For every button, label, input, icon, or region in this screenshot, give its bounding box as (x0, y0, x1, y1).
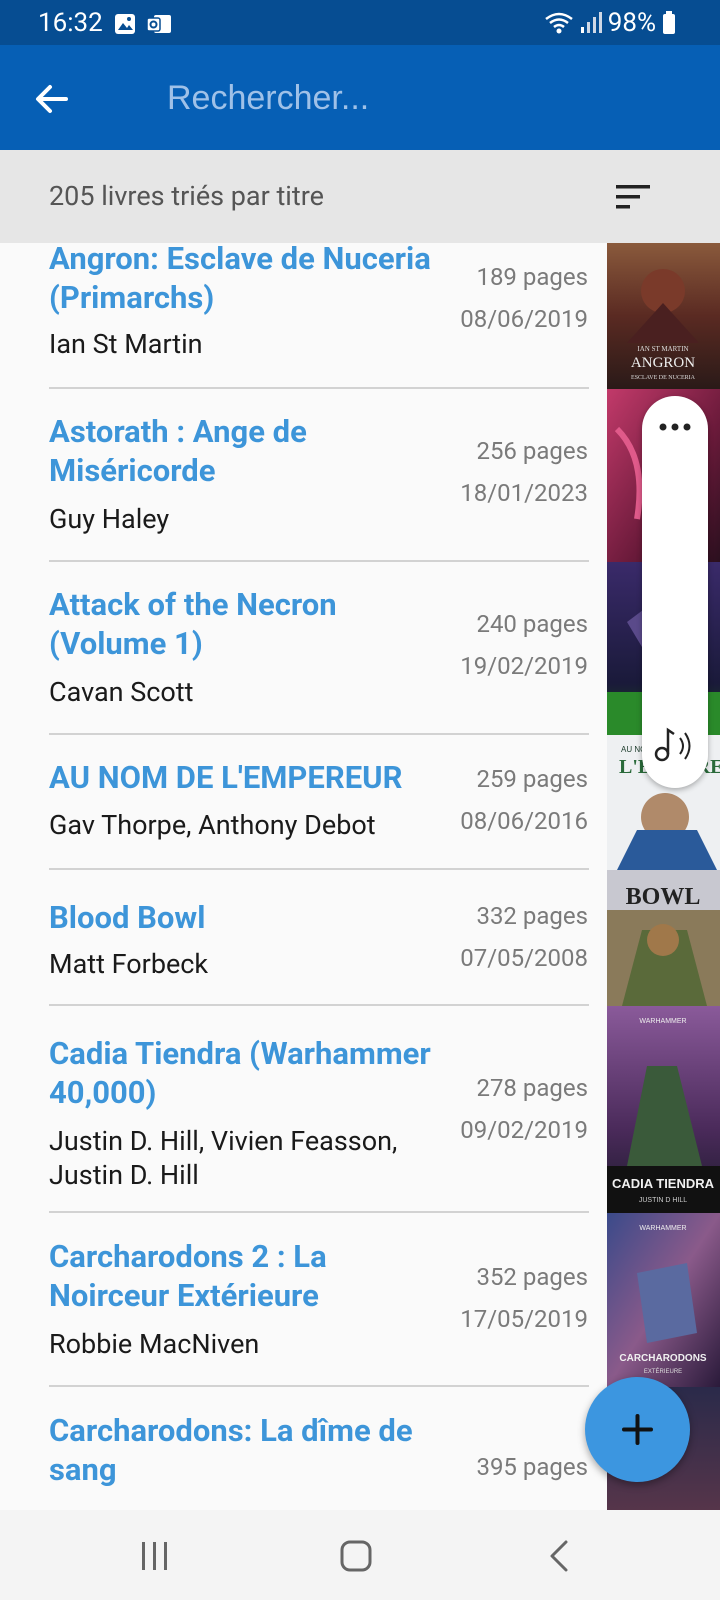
book-row[interactable]: Attack of the Necron (Volume 1) Cavan Sc… (0, 562, 720, 735)
app-bar (0, 45, 720, 150)
book-title: Angron: Esclave de Nuceria (Primarchs) (49, 243, 431, 316)
back-arrow-icon[interactable] (30, 77, 74, 121)
book-pages: 259 pages (476, 765, 588, 793)
svg-text:CARCHARODONS: CARCHARODONS (619, 1353, 707, 1364)
status-bar: 16:32 98% (0, 0, 720, 45)
book-row[interactable]: Angron: Esclave de Nuceria (Primarchs) I… (0, 243, 720, 389)
book-date: 07/05/2008 (460, 944, 588, 972)
book-row[interactable]: Blood Bowl Matt Forbeck 332 pages 07/05/… (0, 870, 720, 1006)
book-pages: 256 pages (476, 437, 588, 465)
book-date: 18/01/2023 (460, 479, 588, 507)
book-title: Astorath : Ange de Miséricorde (49, 413, 307, 489)
book-date: 08/06/2016 (460, 807, 588, 835)
svg-text:ESCLAVE DE NUCERIA: ESCLAVE DE NUCERIA (631, 375, 696, 381)
home-icon[interactable] (336, 1536, 376, 1576)
audio-icon[interactable] (642, 716, 708, 776)
book-author: Cavan Scott (49, 676, 194, 708)
book-title: Carcharodons 2 : La Noirceur Extérieure (49, 1238, 327, 1314)
book-pages: 240 pages (476, 610, 588, 638)
svg-text:WARHAMMER: WARHAMMER (639, 1225, 686, 1232)
book-cover: WARHAMMER CADIA TIENDRA JUSTIN D HILL (607, 1006, 720, 1213)
book-title: Attack of the Necron (Volume 1) (49, 586, 337, 662)
book-author: Gav Thorpe, Anthony Debot (49, 809, 376, 841)
svg-text:CADIA TIENDRA: CADIA TIENDRA (612, 1176, 715, 1191)
recent-apps-icon[interactable] (135, 1536, 175, 1576)
add-book-button[interactable] (585, 1377, 690, 1482)
book-list[interactable]: Angron: Esclave de Nuceria (Primarchs) I… (0, 243, 720, 1510)
book-date: 09/02/2019 (460, 1116, 588, 1144)
book-author: Robbie MacNiven (49, 1328, 260, 1360)
book-cover: BOWL (607, 870, 720, 1006)
book-cover: WARHAMMER CARCHARODONS EXTÉRIEURE (607, 1213, 720, 1387)
book-title: Cadia Tiendra (Warhammer 40,000) (49, 1035, 431, 1111)
signal-icon (580, 12, 602, 33)
sort-summary: 205 livres triés par titre (49, 180, 324, 212)
book-pages: 395 pages (476, 1453, 588, 1481)
svg-text:BOWL: BOWL (626, 884, 701, 910)
search-input[interactable] (165, 67, 649, 129)
book-title: Blood Bowl (49, 899, 206, 936)
book-title: AU NOM DE L'EMPEREUR (49, 759, 403, 796)
floating-side-panel[interactable] (642, 396, 708, 788)
more-icon[interactable] (642, 396, 708, 456)
svg-text:WARHAMMER: WARHAMMER (639, 1018, 686, 1025)
battery-icon (663, 11, 675, 34)
svg-text:IAN ST MARTIN: IAN ST MARTIN (637, 345, 688, 353)
book-author: Justin D. Hill, Vivien Feasson, Justin D… (49, 1125, 398, 1191)
gallery-notification-icon (115, 14, 135, 34)
sort-icon[interactable] (614, 182, 654, 212)
book-author: Matt Forbeck (49, 948, 209, 980)
book-date: 08/06/2019 (460, 305, 588, 333)
system-nav-bar (0, 1510, 720, 1600)
book-date: 17/05/2019 (460, 1305, 588, 1333)
book-row[interactable]: Astorath : Ange de Miséricorde Guy Haley… (0, 389, 720, 562)
battery-percent: 98% (607, 8, 656, 38)
book-row[interactable]: AU NOM DE L'EMPEREUR Gav Thorpe, Anthony… (0, 735, 720, 870)
svg-text:ANGRON: ANGRON (631, 355, 695, 371)
back-icon[interactable] (540, 1536, 580, 1576)
book-cover: IAN ST MARTIN ANGRON ESCLAVE DE NUCERIA (607, 243, 720, 389)
svg-text:JUSTIN D HILL: JUSTIN D HILL (639, 1197, 687, 1204)
sort-bar: 205 livres triés par titre (0, 150, 720, 243)
book-row[interactable]: Carcharodons 2 : La Noirceur Extérieure … (0, 1213, 720, 1387)
add-icon (622, 1414, 653, 1445)
book-author: Ian St Martin (49, 328, 203, 360)
outlook-notification-icon (146, 15, 171, 33)
svg-text:EXTÉRIEURE: EXTÉRIEURE (644, 1368, 682, 1375)
book-pages: 332 pages (476, 902, 588, 930)
book-author: Guy Haley (49, 503, 170, 535)
book-date: 19/02/2019 (460, 652, 588, 680)
book-row[interactable]: Cadia Tiendra (Warhammer 40,000) Justin … (0, 1006, 720, 1213)
book-pages: 352 pages (476, 1263, 588, 1291)
book-pages: 278 pages (476, 1074, 588, 1102)
status-time: 16:32 (38, 8, 103, 38)
wifi-icon (544, 12, 573, 34)
book-pages: 189 pages (476, 263, 588, 291)
book-title: Carcharodons: La dîme de sang (49, 1412, 413, 1488)
